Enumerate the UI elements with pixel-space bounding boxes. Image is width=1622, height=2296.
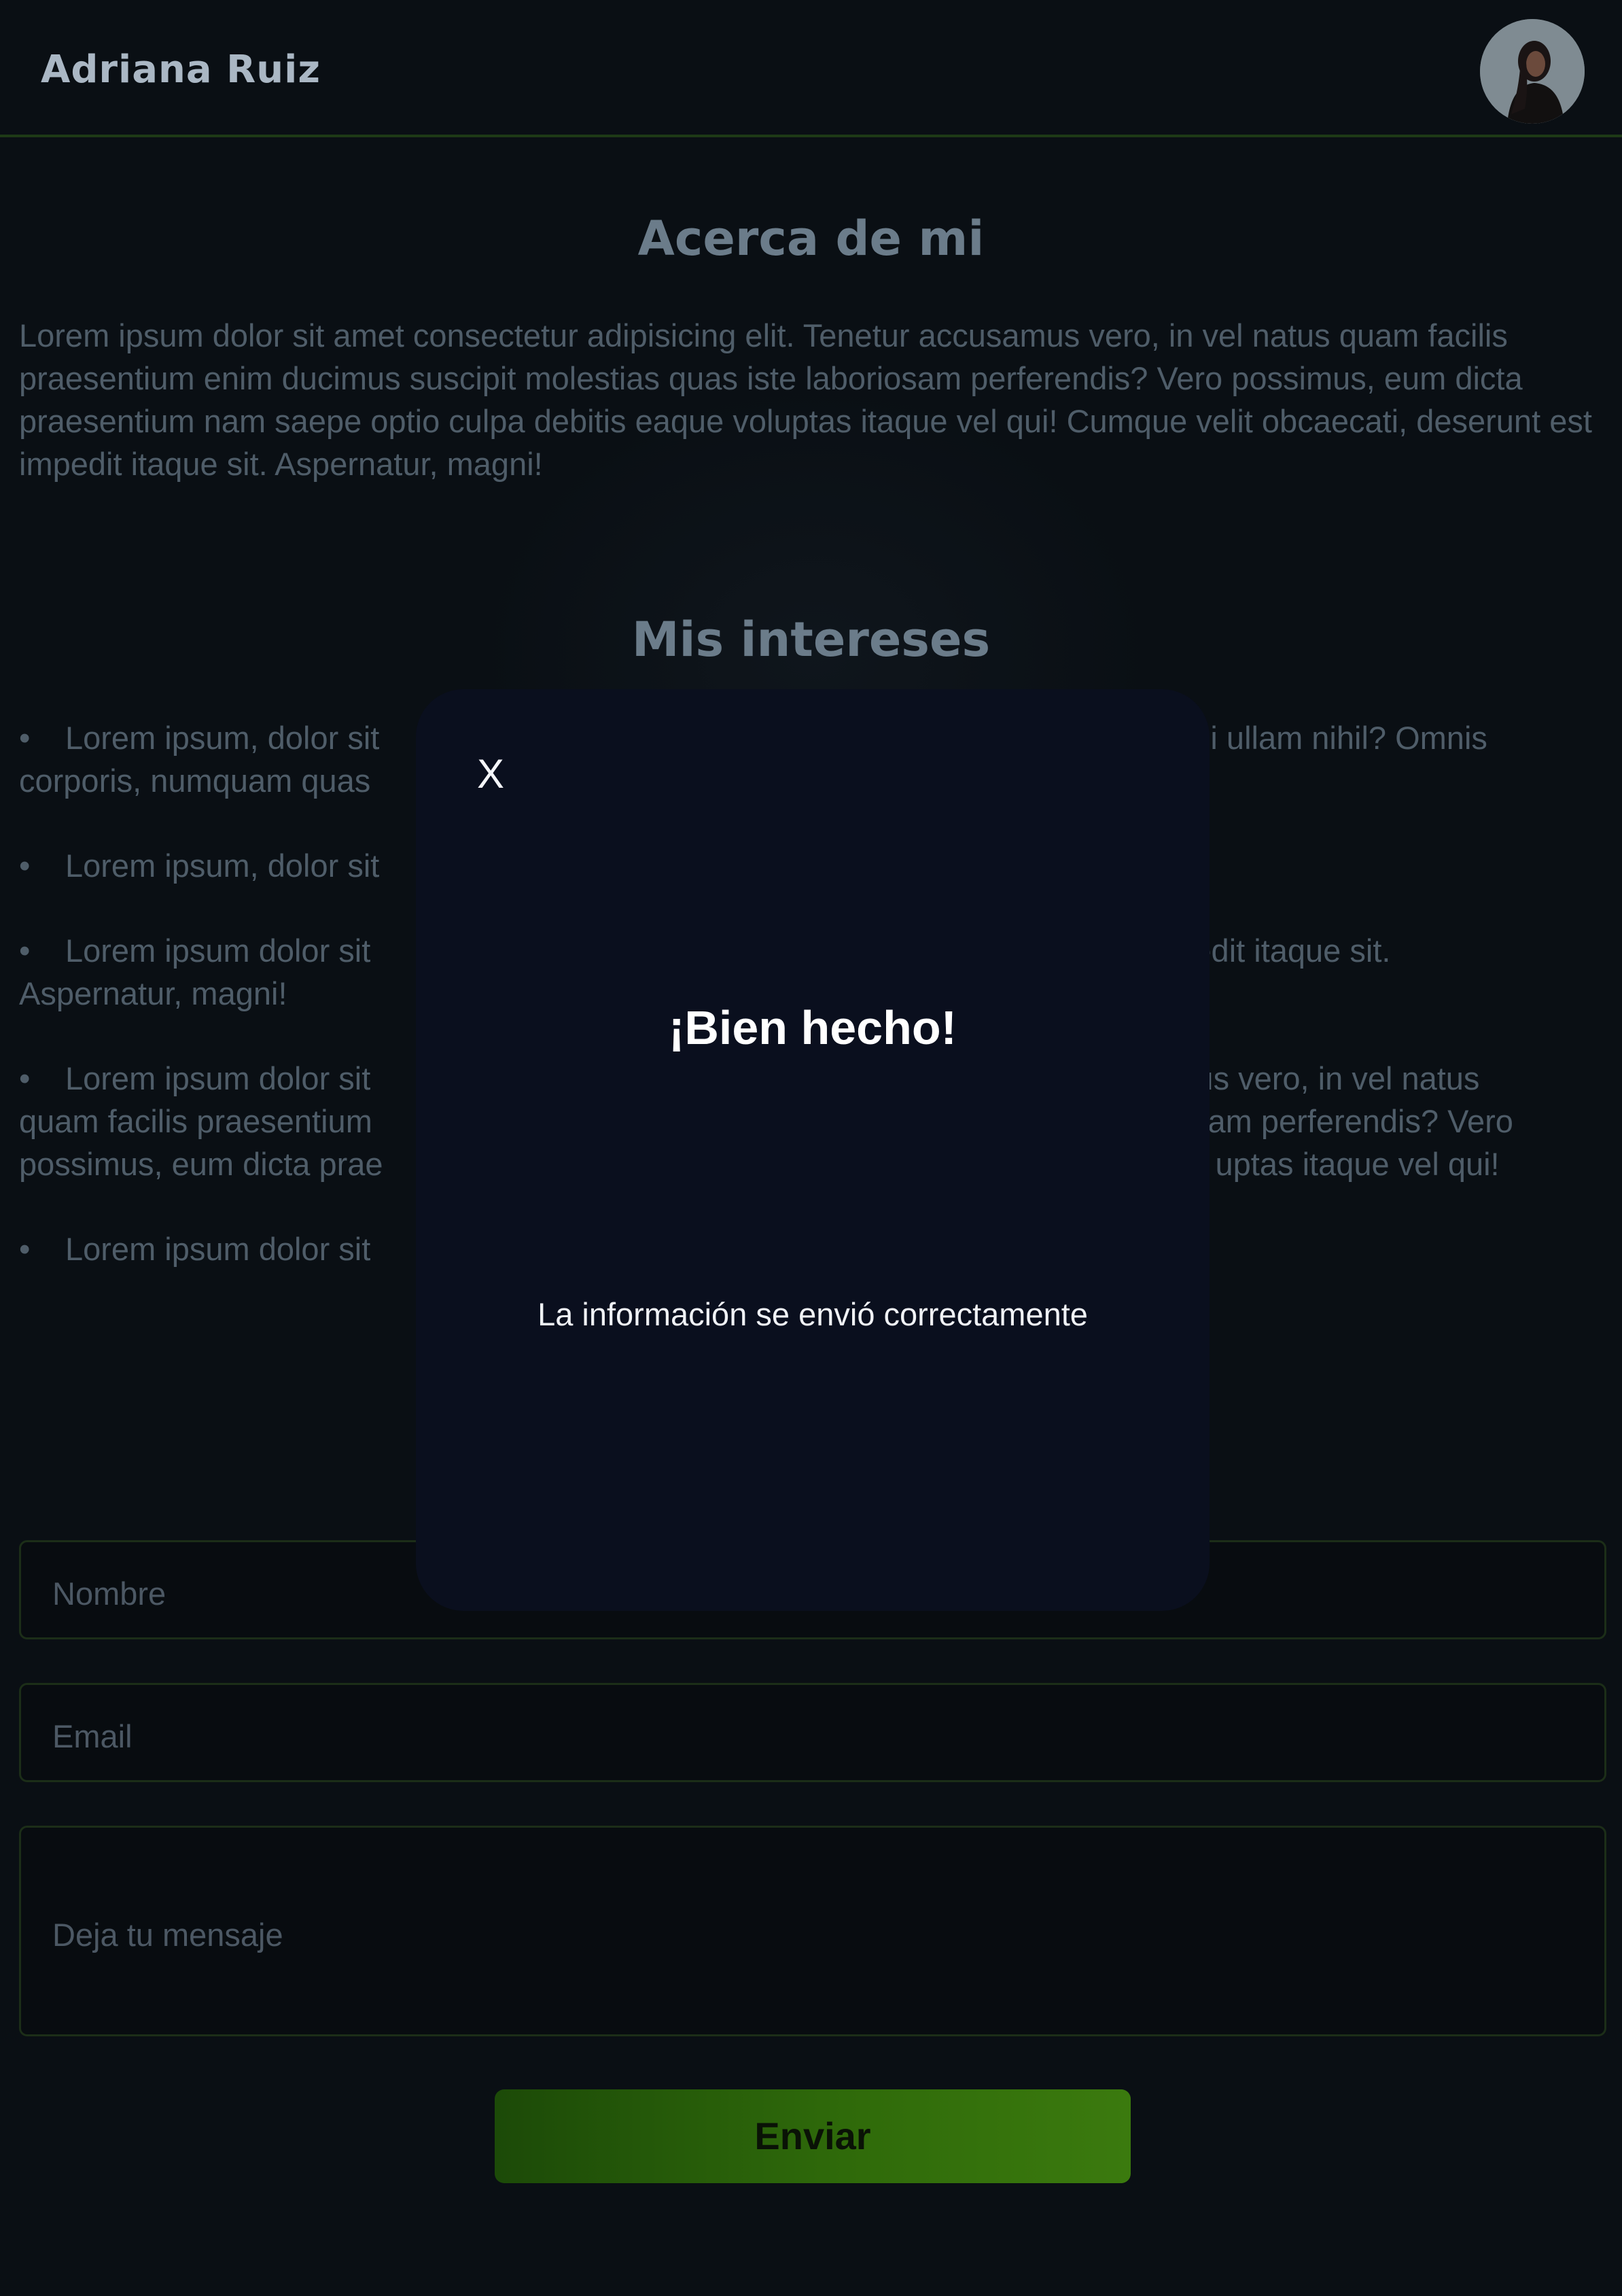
bullet: • (19, 848, 31, 884)
interest-text: Lorem ipsum dolor sit (65, 933, 371, 969)
top-header: Adriana Ruiz (0, 0, 1622, 137)
bullet: • (19, 1231, 31, 1267)
email-field[interactable]: Email (19, 1683, 1606, 1782)
interest-text: Lorem ipsum, dolor sit (65, 720, 380, 756)
about-title: Acerca de mi (637, 211, 985, 266)
message-field[interactable]: Deja tu mensaje (19, 1826, 1606, 2036)
interest-text: osam perferendis? Vero (1174, 1103, 1513, 1139)
interest-text: uptas itaque vel qui! (1215, 1146, 1500, 1182)
success-modal: X ¡Bien hecho! La información se envió c… (416, 689, 1210, 1611)
interest-text: Lorem ipsum dolor sit (65, 1231, 371, 1267)
modal-message: La información se envió correctamente (537, 1296, 1088, 1332)
interest-text: nisi ullam nihil? Omnis (1169, 720, 1487, 756)
interests-title: Mis intereses (631, 612, 991, 667)
brand-name[interactable]: Adriana Ruiz (41, 48, 321, 92)
interest-text: Lorem ipsum dolor sit (65, 1060, 371, 1096)
modal-title: ¡Bien hecho! (669, 1001, 957, 1054)
interest-text: quam facilis praesentium (19, 1103, 372, 1139)
bullet: • (19, 720, 31, 756)
profile-photo-icon (1480, 19, 1585, 124)
about-text: Lorem ipsum dolor sit amet consectetur a… (19, 317, 1592, 482)
interest-text: mus vero, in vel natus (1169, 1060, 1480, 1096)
email-placeholder: Email (52, 1718, 133, 1754)
avatar[interactable] (1480, 19, 1585, 124)
name-placeholder: Nombre (52, 1576, 166, 1612)
close-button[interactable]: X (477, 750, 504, 797)
bullet: • (19, 1060, 31, 1096)
interest-text: corporis, numquam quas (19, 763, 371, 799)
interest-text: Lorem ipsum, dolor sit (65, 848, 380, 884)
page: Adriana Ruiz Acerca de mi Lorem ipsum do… (0, 0, 1622, 2296)
send-button[interactable]: Enviar (495, 2089, 1131, 2183)
message-placeholder: Deja tu mensaje (52, 1917, 283, 1953)
bullet: • (19, 933, 31, 969)
interest-text: possimus, eum dicta prae (19, 1146, 383, 1182)
interest-text: Aspernatur, magni! (19, 975, 287, 1011)
